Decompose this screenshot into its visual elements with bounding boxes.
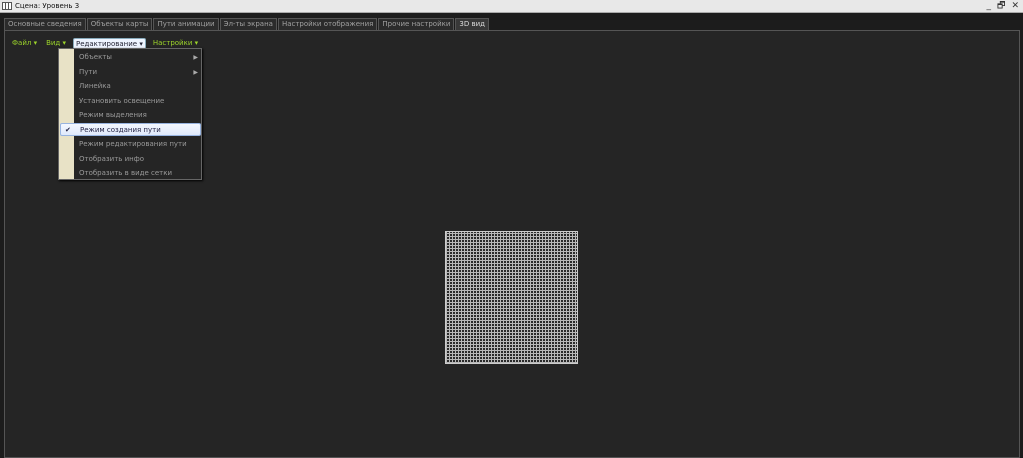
menu-item-set-lighting[interactable]: Установить освещение [75, 95, 201, 108]
tab-screen-elements[interactable]: Эл-ты экрана [219, 18, 277, 30]
tab-other-settings[interactable]: Прочие настройки [378, 18, 455, 30]
submenu-arrow-icon: ▶ [193, 68, 198, 76]
edit-dropdown-menu: Объекты ▶ Пути ▶ Линейка Установить освеще… [58, 48, 202, 180]
submenu-arrow-icon: ▶ [193, 54, 198, 61]
tab-basic-info[interactable]: Основные сведения [4, 18, 86, 30]
checkmark-icon: ✔ [65, 126, 71, 134]
menu-file[interactable]: Файл ▾ [10, 38, 39, 51]
item-label: Режим создания пути [80, 126, 161, 134]
menu-item-show-info[interactable]: Отобразить инфо [75, 153, 201, 166]
menu-item-objects[interactable]: Объекты ▶ [75, 51, 201, 64]
menu-icon-strip [59, 49, 74, 179]
tab-animation-paths[interactable]: Пути анимации [153, 18, 219, 30]
tab-display-settings[interactable]: Настройки отображения [277, 18, 378, 30]
menu-item-selection-mode[interactable]: Режим выделения [75, 109, 201, 122]
minimize-button[interactable]: _ [987, 1, 992, 11]
3d-view-panel: Файл ▾ Вид ▾ Редактирование ▾ Настройки … [4, 30, 1020, 458]
title-bar: Сцена: Уровень 3 _ 🗗 ✕ [0, 0, 1023, 13]
item-label: Пути [79, 67, 98, 76]
window-title: Сцена: Уровень 3 [15, 2, 80, 10]
close-button[interactable]: ✕ [1011, 1, 1019, 11]
menu-item-paths[interactable]: Пути ▶ [75, 66, 201, 79]
3d-grid-plane[interactable] [445, 231, 578, 364]
menu-item-path-edit-mode[interactable]: Режим редактирования пути [75, 138, 201, 151]
menu-item-path-create-mode[interactable]: ✔ Режим создания пути [60, 123, 201, 136]
menu-item-show-as-grid[interactable]: Отобразить в виде сетки [75, 167, 201, 180]
item-label: Объекты [79, 53, 112, 61]
restore-button[interactable]: 🗗 [997, 1, 1005, 11]
tab-map-objects[interactable]: Объекты карты [86, 18, 153, 30]
tab-bar: Основные сведения Объекты карты Пути ани… [4, 18, 490, 30]
tab-3d-view[interactable]: 3D вид [455, 18, 490, 30]
app-icon [2, 2, 12, 10]
menu-item-ruler[interactable]: Линейка [75, 80, 201, 93]
